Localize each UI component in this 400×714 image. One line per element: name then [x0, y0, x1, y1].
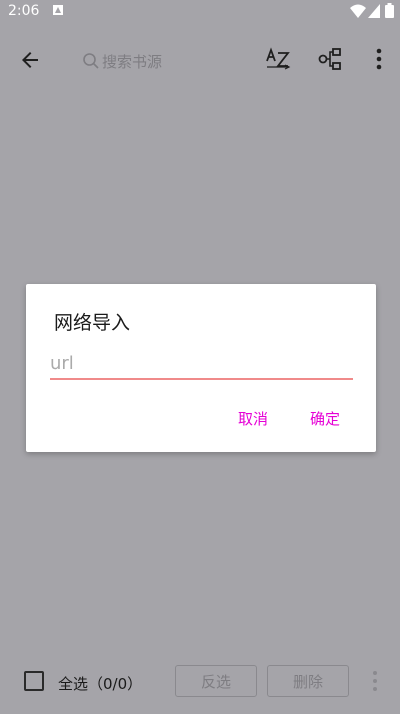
search-icon: [83, 53, 99, 69]
group-icon[interactable]: [318, 46, 344, 72]
cancel-button[interactable]: 取消: [238, 408, 268, 429]
back-arrow-icon[interactable]: [18, 48, 42, 72]
delete-button[interactable]: 删除: [267, 665, 349, 697]
url-input[interactable]: [50, 348, 353, 380]
confirm-button[interactable]: 确定: [310, 408, 340, 429]
select-all-checkbox[interactable]: [24, 671, 44, 691]
bottom-action-bar: 全选（0/0） 反选 删除: [0, 655, 400, 711]
dialog-title: 网络导入: [54, 312, 131, 334]
signal-icon: [368, 4, 380, 18]
notification-icon: [53, 5, 63, 15]
select-all-label[interactable]: 全选（0/0）: [58, 673, 142, 694]
search-placeholder: 搜索书源: [102, 53, 163, 71]
status-bar: 2:06: [0, 0, 400, 24]
more-vert-icon[interactable]: [370, 669, 380, 693]
more-vert-icon[interactable]: [372, 46, 386, 72]
wifi-icon: [350, 4, 366, 18]
sort-az-icon[interactable]: [264, 45, 292, 73]
invert-selection-button[interactable]: 反选: [175, 665, 257, 697]
battery-icon: [385, 3, 394, 18]
status-time: 2:06: [8, 3, 40, 19]
toolbar: 搜索书源: [0, 24, 400, 94]
search-field[interactable]: 搜索书源: [82, 48, 242, 72]
network-import-dialog: 网络导入 取消 确定: [26, 284, 376, 452]
